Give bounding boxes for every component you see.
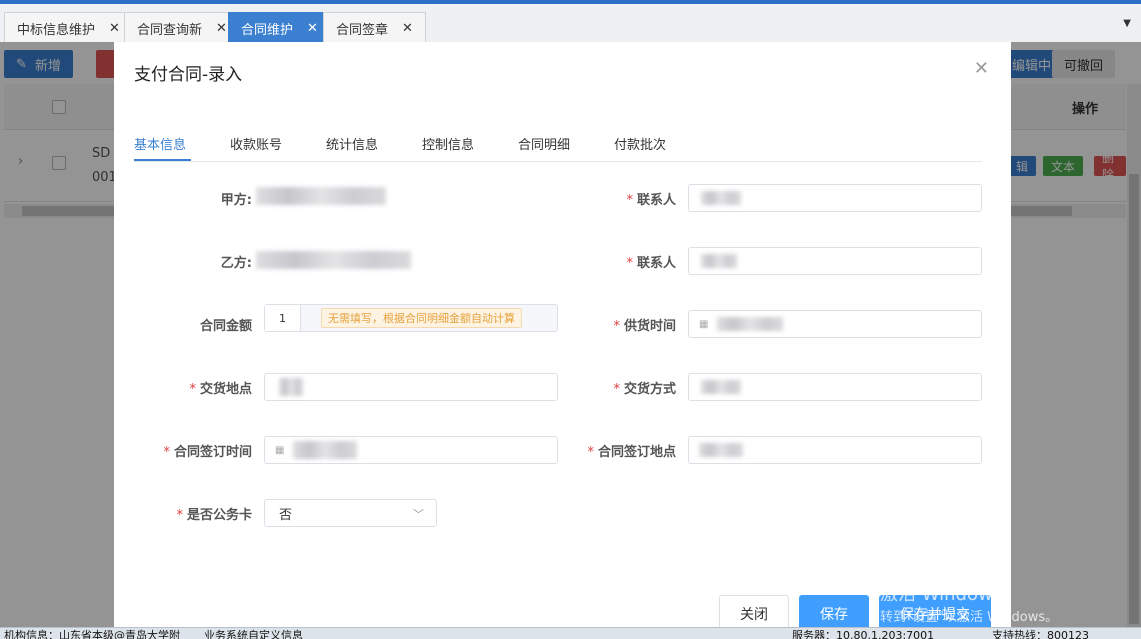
dialog-tabs: 基本信息 收款账号 统计信息 控制信息 合同明细 付款批次 <box>134 132 982 162</box>
activation-watermark-title: 激活 Windows <box>880 584 1003 605</box>
contact-a-label: * 联系人 <box>626 193 676 208</box>
org-info: 机构信息：山东省本级@青岛大学附 <box>4 629 180 639</box>
status-bar: 机构信息：山东省本级@青岛大学附 业务系统自定义信息 服务器：10.80.1.2… <box>0 627 1141 639</box>
tab-payment-batches[interactable]: 付款批次 <box>614 134 666 153</box>
contact-a-input[interactable] <box>688 184 982 212</box>
amount-value: 1 <box>265 305 301 331</box>
support-hotline: 支持热线：800123 <box>992 629 1089 639</box>
delivery-method-input[interactable] <box>688 373 982 401</box>
redacted-value <box>717 317 783 331</box>
calendar-icon: ▦ <box>275 444 285 456</box>
active-tab-indicator <box>134 159 191 161</box>
contract-amount-label: 合同金额 <box>199 319 252 334</box>
contact-b-input[interactable] <box>688 247 982 275</box>
redacted-value <box>293 441 357 459</box>
tab-basic-info[interactable]: 基本信息 <box>134 134 186 153</box>
party-a-value-redacted <box>256 187 386 205</box>
sign-time-date-picker[interactable]: ▦ <box>264 436 558 464</box>
dialog-title: 支付合同-录入 <box>134 65 243 85</box>
sign-time-label: * 合同签订时间 <box>163 445 252 460</box>
tab-control[interactable]: 控制信息 <box>422 134 474 153</box>
chevron-down-icon: ﹀ <box>413 508 424 521</box>
close-icon[interactable]: ✕ <box>307 21 318 36</box>
activation-watermark-subtitle: 转到"设置"以激活 Windows。 <box>880 610 1059 625</box>
official-card-label: * 是否公务卡 <box>176 508 252 523</box>
contract-amount-input[interactable]: 1 无需填写，根据合同明细金额自动计算 <box>264 304 558 332</box>
tab-label: 合同查询新 <box>137 23 203 38</box>
top-tab-bar: 中标信息维护 ✕ 合同查询新 ✕ 合同维护 ✕ 合同签章 ✕ ▼ <box>0 0 1141 44</box>
tab-contract-details[interactable]: 合同明细 <box>518 134 570 153</box>
redacted-value <box>701 191 741 205</box>
tab-contract-maintenance[interactable]: 合同维护 ✕ <box>228 12 331 44</box>
tab-contract-seal[interactable]: 合同签章 ✕ <box>323 12 426 44</box>
sign-place-label: * 合同签订地点 <box>587 445 676 460</box>
delivery-place-input[interactable] <box>264 373 558 401</box>
tab-payee-account[interactable]: 收款账号 <box>230 134 282 153</box>
delivery-place-label: * 交货地点 <box>189 382 252 397</box>
tab-contract-query[interactable]: 合同查询新 ✕ <box>124 12 240 44</box>
sign-place-input[interactable] <box>688 436 982 464</box>
tab-statistics[interactable]: 统计信息 <box>326 134 378 153</box>
tab-bid-info[interactable]: 中标信息维护 ✕ <box>4 12 133 44</box>
official-card-value: 否 <box>279 507 293 523</box>
server-info: 服务器：10.80.1.203:7001 <box>792 629 935 639</box>
tab-label: 合同签章 <box>336 23 389 38</box>
redacted-value <box>701 380 741 394</box>
official-card-select[interactable]: 否 ﹀ <box>264 499 437 527</box>
redacted-value <box>699 443 743 457</box>
close-icon[interactable]: ✕ <box>974 58 989 79</box>
custom-info: 业务系统自定义信息 <box>204 629 303 639</box>
contract-entry-dialog: 支付合同-录入 ✕ 基本信息 收款账号 统计信息 控制信息 合同明细 付款批次 … <box>114 42 1011 634</box>
chevron-down-icon[interactable]: ▼ <box>1123 18 1131 29</box>
party-a-label: 甲方: <box>220 193 252 208</box>
tab-label: 中标信息维护 <box>17 23 96 38</box>
redacted-value <box>279 378 303 396</box>
contact-b-label: * 联系人 <box>626 256 676 271</box>
party-b-value-redacted <box>256 251 411 269</box>
close-icon[interactable]: ✕ <box>109 21 120 36</box>
close-icon[interactable]: ✕ <box>216 21 227 36</box>
redacted-value <box>701 254 737 268</box>
party-b-label: 乙方: <box>220 256 252 271</box>
calendar-icon: ▦ <box>699 318 709 330</box>
tab-label: 合同维护 <box>241 23 294 38</box>
supply-time-date-picker[interactable]: ▦ <box>688 310 982 338</box>
supply-time-label: * 供货时间 <box>613 319 676 334</box>
amount-hint: 无需填写，根据合同明细金额自动计算 <box>321 308 522 328</box>
close-icon[interactable]: ✕ <box>402 21 413 36</box>
delivery-method-label: * 交货方式 <box>613 382 676 397</box>
